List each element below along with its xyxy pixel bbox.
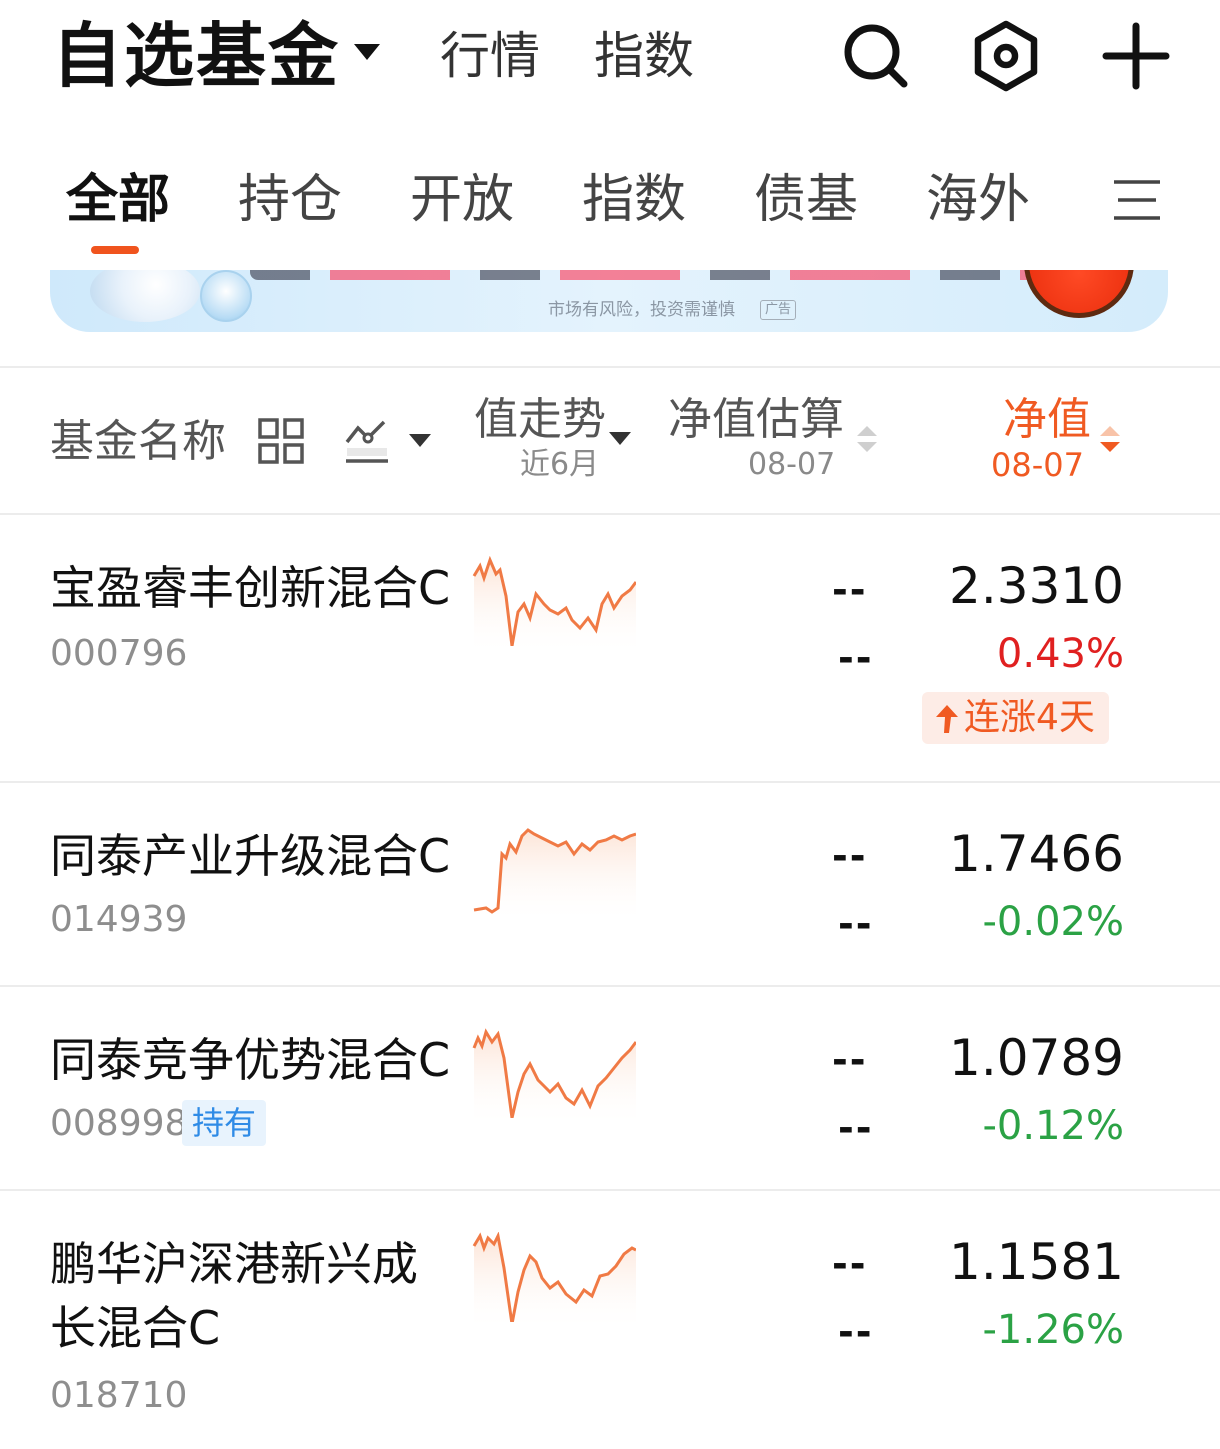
- tab-holdings[interactable]: 持仓: [238, 168, 342, 232]
- chart-mode-caret-icon[interactable]: [409, 434, 431, 447]
- streak-badge: 连涨4天: [922, 692, 1109, 744]
- tab-index[interactable]: 指数: [582, 168, 686, 232]
- column-estimate[interactable]: 净值估算: [668, 394, 844, 446]
- trend-sparkline: [472, 556, 636, 646]
- grid-view-icon[interactable]: [258, 418, 304, 464]
- fund-name[interactable]: 同泰产业升级混合C: [50, 824, 490, 888]
- banner-headline-graphic: [250, 270, 1070, 280]
- nav-change: 0.43%: [996, 631, 1124, 677]
- fund-row[interactable]: 鹏华沪深港新兴成长混合C 018710 -- -- 1.1581 -1.26%: [0, 1190, 1220, 1449]
- estimate-change: --: [838, 902, 874, 946]
- settings-hex-icon[interactable]: [968, 18, 1044, 94]
- market-link[interactable]: 行情: [440, 24, 540, 88]
- fund-code: 018710: [50, 1375, 188, 1416]
- column-fund-name: 基金名称: [50, 416, 226, 467]
- fund-code: 008998: [50, 1103, 188, 1144]
- search-icon[interactable]: [838, 18, 914, 94]
- top-bar: 自选基金 行情 指数: [0, 0, 1220, 120]
- column-estimate-date: 08-07: [748, 447, 836, 482]
- more-menu-icon[interactable]: [1112, 178, 1162, 222]
- fund-name[interactable]: 鹏华沪深港新兴成长混合C: [50, 1232, 450, 1360]
- column-header: 基金名称 值走势 近6月 净值估算 08-07 净值 08-07: [0, 368, 1220, 514]
- nav-value: 2.3310: [949, 557, 1124, 615]
- streak-label: 连涨4天: [964, 697, 1095, 738]
- arrow-up-icon: [936, 705, 958, 733]
- title-dropdown-caret-icon[interactable]: [354, 44, 380, 60]
- estimate-change: --: [838, 636, 874, 680]
- column-nav-date: 08-07: [991, 446, 1084, 484]
- nav-sort-icon[interactable]: [1099, 424, 1121, 454]
- fund-name[interactable]: 同泰竞争优势混合C: [50, 1028, 490, 1092]
- category-tabs: 全部 持仓 开放 指数 债基 海外: [0, 158, 1220, 258]
- fund-row[interactable]: 同泰产业升级混合C 014939 -- -- 1.7466 -0.02%: [0, 782, 1220, 985]
- tab-open[interactable]: 开放: [410, 168, 514, 232]
- trend-sparkline: [473, 828, 636, 914]
- estimate-sort-icon[interactable]: [856, 424, 878, 454]
- estimate-value: --: [832, 568, 868, 612]
- column-nav[interactable]: 净值: [1003, 394, 1091, 446]
- column-trend-period: 近6月: [520, 447, 600, 482]
- fund-row[interactable]: 同泰竞争优势混合C 008998 持有 -- -- 1.0789 -0.12%: [0, 986, 1220, 1189]
- ad-tag: 广告: [760, 300, 797, 320]
- trend-sparkline: [472, 1232, 636, 1322]
- fund-name[interactable]: 宝盈睿丰创新混合C: [50, 556, 490, 620]
- column-trend[interactable]: 值走势: [474, 394, 606, 446]
- active-tab-indicator: [91, 246, 139, 254]
- fund-code: 000796: [50, 633, 188, 674]
- tab-overseas[interactable]: 海外: [926, 168, 1030, 232]
- fund-code: 014939: [50, 899, 188, 940]
- trend-period-caret-icon[interactable]: [609, 432, 631, 445]
- tab-bond[interactable]: 债基: [754, 168, 858, 232]
- nav-value: 1.0789: [949, 1029, 1124, 1087]
- estimate-change: --: [838, 1106, 874, 1150]
- holding-badge: 持有: [182, 1100, 267, 1146]
- nav-value: 1.7466: [949, 825, 1124, 883]
- fund-row[interactable]: 宝盈睿丰创新混合C 000796 -- -- 2.3310 0.43% 连涨4天: [0, 514, 1220, 781]
- index-link[interactable]: 指数: [594, 24, 694, 88]
- risk-disclaimer: 市场有风险，投资需谨慎: [548, 300, 735, 320]
- estimate-value: --: [832, 834, 868, 878]
- chart-mode-icon[interactable]: [344, 418, 390, 464]
- banner-go-button[interactable]: [1024, 270, 1134, 318]
- nav-change: -0.12%: [982, 1103, 1124, 1149]
- banner-coin-icon: [200, 270, 252, 322]
- estimate-value: --: [832, 1242, 868, 1286]
- estimate-value: --: [832, 1038, 868, 1082]
- add-icon[interactable]: [1098, 18, 1174, 94]
- banner-cloud-graphic: [90, 270, 200, 322]
- tab-all[interactable]: 全部: [66, 168, 170, 232]
- trend-sparkline: [472, 1028, 636, 1118]
- nav-change: -1.26%: [982, 1307, 1124, 1353]
- nav-change: -0.02%: [982, 899, 1124, 945]
- page-title[interactable]: 自选基金: [52, 14, 340, 98]
- nav-value: 1.1581: [949, 1233, 1124, 1291]
- estimate-change: --: [838, 1310, 874, 1354]
- promo-banner[interactable]: 市场有风险，投资需谨慎 广告: [50, 270, 1168, 332]
